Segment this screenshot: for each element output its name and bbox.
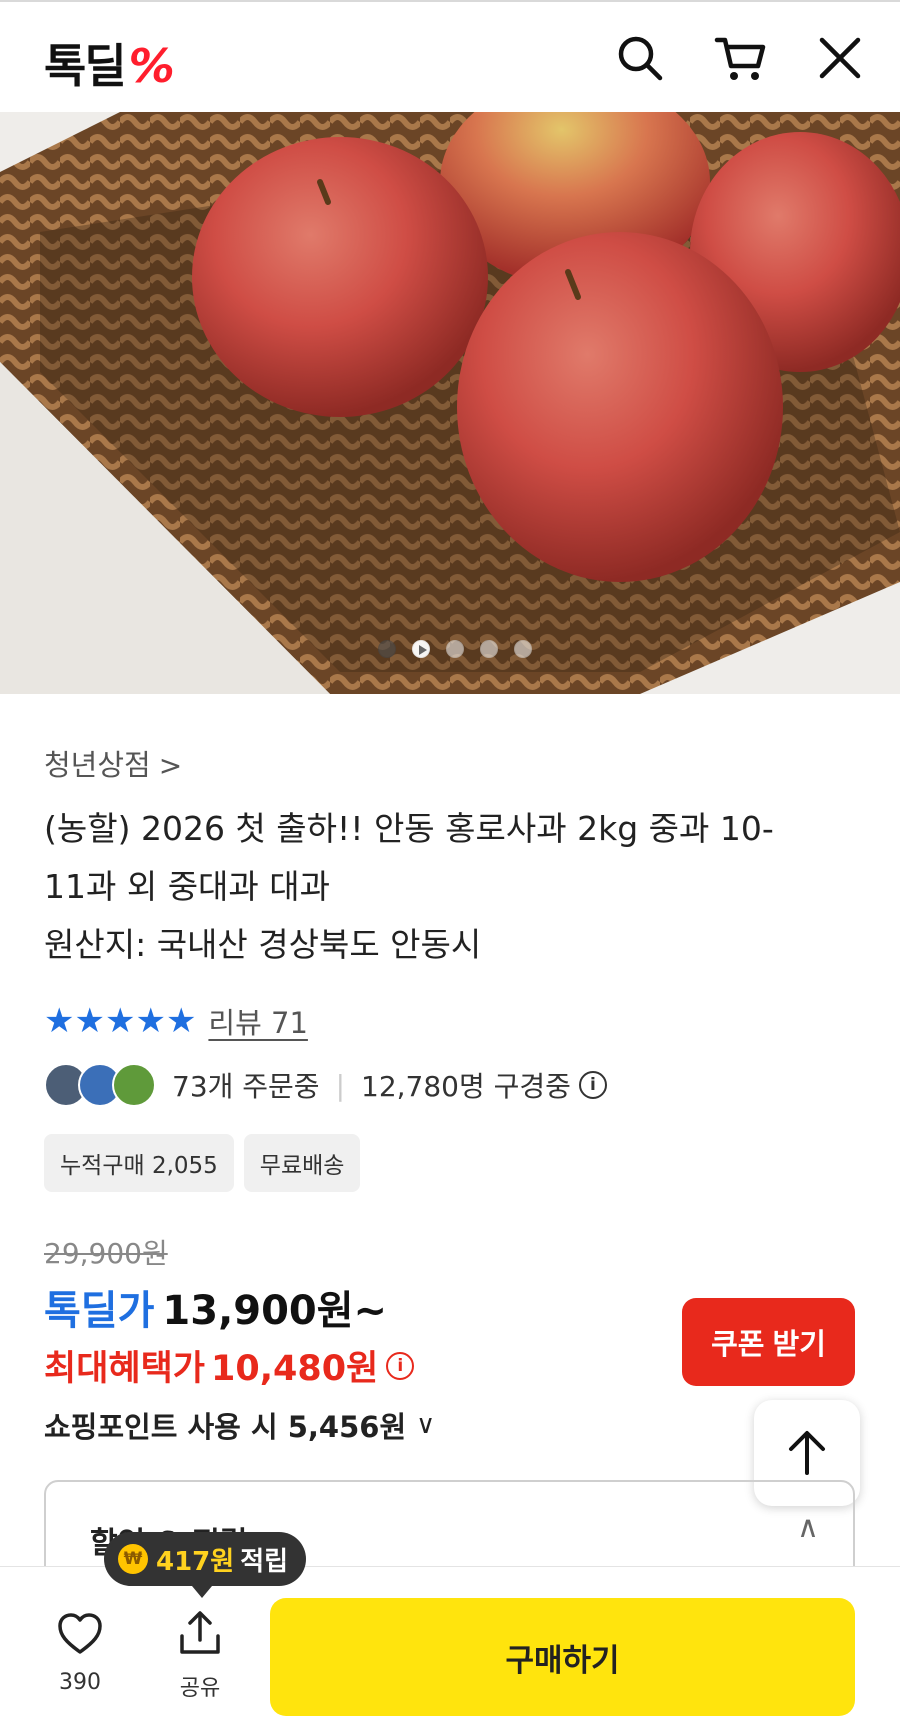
reward-suffix: 적립 (240, 1546, 289, 1577)
cart-icon[interactable] (710, 28, 770, 88)
free-shipping-badge: 무료배송 (243, 1134, 361, 1192)
max-benefit-row: 최대혜택가 10,480원 i (44, 1340, 415, 1391)
rating-row[interactable]: ★ ★ ★ ★ ★ 리뷰 71 (44, 1000, 308, 1042)
search-icon[interactable] (610, 28, 670, 88)
carousel-dot-active[interactable] (412, 640, 430, 658)
arrow-up-icon (789, 1431, 825, 1475)
like-count: 390 (59, 1670, 101, 1695)
carousel-dot[interactable] (514, 640, 532, 658)
deal-price: 13,900원~ (162, 1288, 388, 1334)
share-icon (180, 1611, 220, 1654)
reward-tooltip: ₩ 417원 적립 (104, 1532, 307, 1598)
star-icon: ★ (74, 1001, 105, 1041)
carousel-dot[interactable] (446, 640, 464, 658)
chevron-down-icon: ∨ (416, 1410, 436, 1440)
viewers-count: 12,780명 구경중 (361, 1070, 571, 1103)
logo-mark: % (128, 39, 175, 93)
title-line: 11과 외 중대과 대과 (44, 867, 330, 906)
badge-chips: 누적구매 2,055 무료배송 (44, 1134, 361, 1192)
max-benefit-label: 최대혜택가 (44, 1349, 206, 1389)
like-button[interactable]: 390 (30, 1610, 130, 1695)
coin-icon: ₩ (118, 1544, 148, 1574)
store-name: 청년상점 (44, 748, 151, 782)
info-icon[interactable]: i (578, 1071, 607, 1099)
shopping-points-row[interactable]: 쇼핑포인트 사용 시 5,456원 ∨ (44, 1404, 435, 1446)
carousel-dot[interactable] (378, 640, 396, 658)
star-icon: ★ (135, 1001, 166, 1041)
deal-price-row: 톡딜가 13,900원~ (44, 1278, 387, 1336)
heart-icon (58, 1613, 102, 1654)
buyer-avatars (44, 1063, 156, 1107)
max-benefit-price: 10,480원 (211, 1349, 379, 1389)
cumulative-purchase-badge: 누적구매 2,055 (44, 1134, 234, 1192)
share-label: 공유 (179, 1676, 221, 1701)
deal-price-label: 톡딜가 (44, 1288, 155, 1334)
orders-count: 73개 주문중 (172, 1070, 320, 1103)
share-button[interactable]: 공유 (150, 1610, 250, 1702)
points-text: 쇼핑포인트 사용 시 5,456원 (44, 1410, 407, 1444)
info-icon[interactable]: i (386, 1351, 415, 1380)
divider: | (335, 1068, 346, 1102)
talkdeal-logo[interactable]: 톡딜% (44, 30, 175, 96)
review-count-link[interactable]: 리뷰 71 (208, 1000, 307, 1042)
reward-amount: 417원 (156, 1546, 235, 1577)
buy-now-button[interactable]: 구매하기 (270, 1598, 855, 1716)
close-icon[interactable] (810, 28, 870, 88)
logo-text: 톡딜 (44, 39, 127, 93)
get-coupon-button[interactable]: 쿠폰 받기 (682, 1298, 855, 1386)
apples-basket-image (0, 112, 900, 694)
chevron-right-icon: > (158, 749, 183, 782)
product-title: (농할) 2026 첫 출하!! 안동 홍로사과 2kg 중과 10- 11과 … (44, 800, 864, 974)
carousel-indicator (0, 640, 900, 660)
star-icon: ★ (44, 1001, 75, 1041)
order-activity-row: 73개 주문중 | 12,780명 구경중 i (44, 1063, 607, 1107)
star-icon: ★ (104, 1001, 136, 1041)
chevron-up-icon[interactable]: ∧ (797, 1510, 819, 1545)
store-link[interactable]: 청년상점 > (44, 742, 182, 784)
top-header: 톡딜% (0, 0, 900, 112)
original-price: 29,900원 (44, 1237, 168, 1270)
star-icon: ★ (165, 1001, 197, 1041)
avatar (112, 1063, 156, 1107)
product-image-carousel[interactable] (0, 112, 900, 694)
origin-line: 원산지: 국내산 경상북도 안동시 (44, 925, 482, 964)
carousel-dot[interactable] (480, 640, 498, 658)
title-line: (농할) 2026 첫 출하!! 안동 홍로사과 2kg 중과 10- (44, 809, 774, 848)
